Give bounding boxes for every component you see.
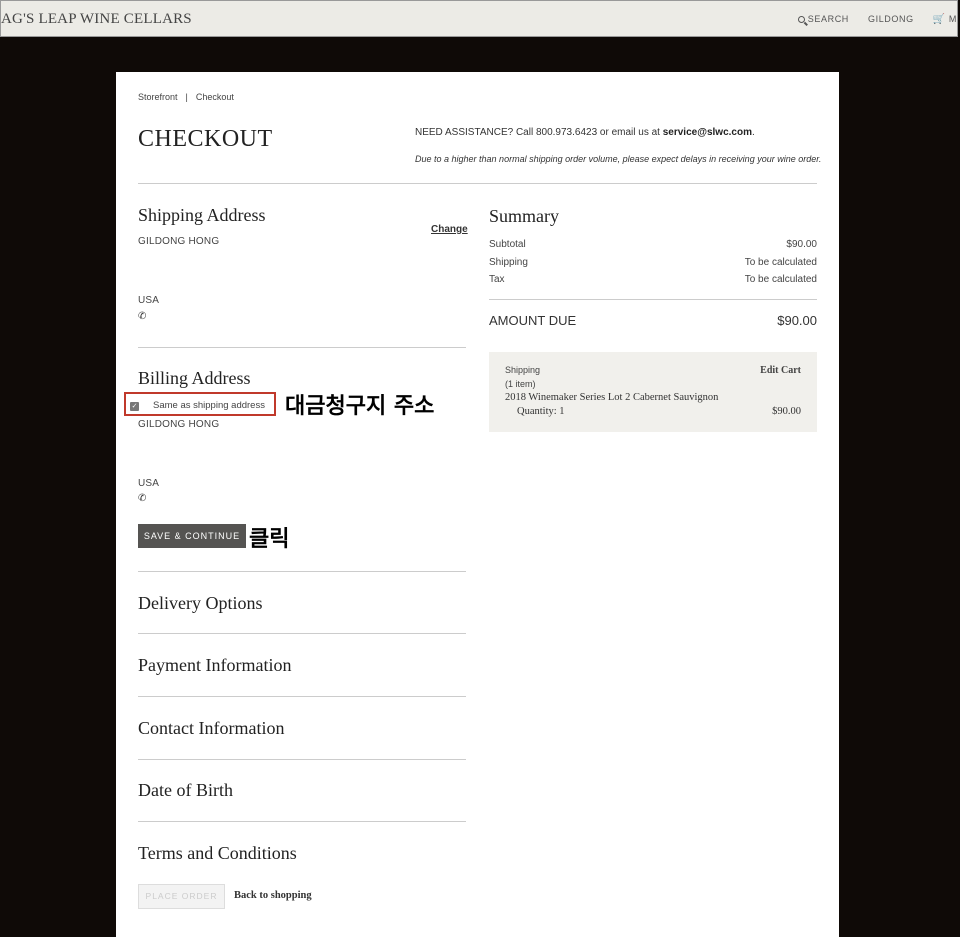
section-divider: [138, 759, 466, 760]
place-order-button[interactable]: PLACE ORDER: [138, 884, 225, 909]
tax-value: To be calculated: [744, 274, 817, 285]
cart-item-count: (1 item): [505, 379, 536, 389]
change-address-link[interactable]: Change: [431, 224, 468, 235]
summary-heading: Summary: [489, 206, 559, 226]
assistance-email-link[interactable]: service@slwc.com: [663, 127, 752, 138]
account-link[interactable]: GILDONG: [868, 14, 914, 24]
shipping-cost-value: To be calculated: [744, 257, 817, 268]
header-divider: [138, 183, 817, 184]
phone-icon: ✆: [138, 311, 147, 322]
cart-shipping-label: Shipping: [505, 365, 541, 375]
section-divider: [138, 633, 466, 634]
amount-due-value: $90.00: [777, 313, 817, 328]
amount-due-label: AMOUNT DUE: [489, 313, 577, 328]
cart-summary-box: Shipping (1 item) Edit Cart 2018 Winemak…: [489, 352, 817, 432]
billing-name: GILDONG HONG: [138, 419, 220, 430]
cart-item-name: 2018 Winemaker Series Lot 2 Cabernet Sau…: [505, 392, 719, 403]
cart-label: M: [948, 14, 957, 24]
breadcrumb-separator: |: [185, 92, 188, 102]
section-divider: [138, 696, 466, 697]
search-label: SEARCH: [807, 14, 849, 24]
save-continue-button[interactable]: SAVE & CONTINUE: [138, 524, 246, 548]
cart-link[interactable]: 🛒 M: [933, 14, 957, 25]
billing-address-annotation: 대금청구지 주소: [285, 394, 435, 419]
back-to-shopping-link[interactable]: Back to shopping: [234, 890, 312, 901]
breadcrumb: Storefront | Checkout: [138, 92, 234, 102]
delivery-options-heading[interactable]: Delivery Options: [138, 593, 262, 614]
shipping-country: USA: [138, 295, 160, 306]
cart-item-quantity: Quantity: 1: [517, 406, 565, 417]
contact-information-heading[interactable]: Contact Information: [138, 718, 284, 739]
billing-divider: [138, 571, 466, 572]
shipping-delay-notice: Due to a higher than normal shipping ord…: [415, 154, 822, 164]
payment-information-heading[interactable]: Payment Information: [138, 655, 291, 676]
page-title: CHECKOUT: [138, 126, 273, 152]
shipping-cost-label: Shipping: [489, 257, 528, 268]
search-link[interactable]: SEARCH: [797, 14, 849, 24]
cart-item-price: $90.00: [772, 406, 801, 417]
breadcrumb-current: Checkout: [195, 92, 234, 102]
same-as-shipping-label[interactable]: Same as shipping address: [153, 400, 265, 411]
edit-cart-link[interactable]: Edit Cart: [760, 365, 801, 376]
date-of-birth-heading[interactable]: Date of Birth: [138, 780, 233, 801]
summary-divider: [489, 299, 817, 300]
same-as-shipping-checkbox[interactable]: ✓: [130, 402, 139, 411]
subtotal-value: $90.00: [786, 239, 817, 250]
top-navigation-bar: AG'S LEAP WINE CELLARS SEARCH GILDONG 🛒 M: [0, 0, 958, 37]
section-divider: [138, 821, 466, 822]
brand-logo[interactable]: AG'S LEAP WINE CELLARS: [1, 11, 192, 28]
assistance-text: NEED ASSISTANCE? Call 800.973.6423 or em…: [415, 127, 755, 138]
billing-address-heading: Billing Address: [138, 368, 251, 388]
terms-conditions-heading[interactable]: Terms and Conditions: [138, 843, 297, 864]
search-icon: [797, 16, 805, 23]
billing-country: USA: [138, 478, 160, 489]
assistance-suffix: .: [751, 127, 755, 138]
shipping-name: GILDONG HONG: [138, 236, 220, 247]
assistance-prefix: NEED ASSISTANCE? Call 800.973.6423 or em…: [415, 127, 663, 138]
cart-icon: 🛒: [932, 14, 946, 25]
shipping-divider: [138, 347, 466, 348]
subtotal-label: Subtotal: [489, 239, 526, 250]
click-annotation: 클릭: [249, 527, 290, 552]
shipping-address-heading: Shipping Address: [138, 205, 266, 225]
breadcrumb-storefront[interactable]: Storefront: [138, 92, 178, 102]
checkout-panel: Storefront | Checkout CHECKOUT NEED ASSIST…: [116, 72, 839, 937]
phone-icon: ✆: [138, 493, 147, 504]
top-nav-links: SEARCH GILDONG 🛒 M: [782, 14, 957, 25]
tax-label: Tax: [489, 274, 505, 285]
